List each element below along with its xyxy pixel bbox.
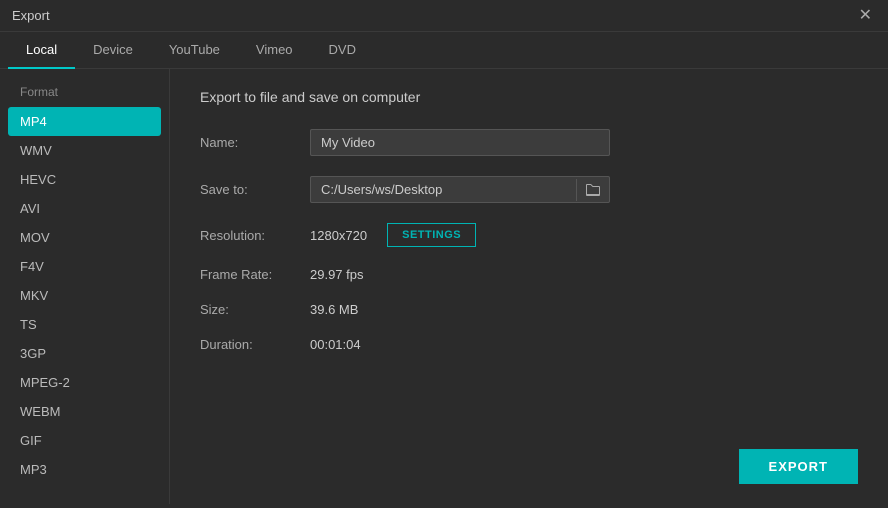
frame-rate-row: Frame Rate: 29.97 fps: [200, 267, 858, 282]
sidebar-section-label: Format: [0, 81, 169, 107]
size-value: 39.6 MB: [310, 302, 358, 317]
content-title: Export to file and save on computer: [200, 89, 858, 105]
save-to-label: Save to:: [200, 182, 310, 197]
save-to-container: [310, 176, 610, 203]
sidebar: Format MP4 WMV HEVC AVI MOV F4V MKV TS 3…: [0, 69, 170, 504]
browse-folder-button[interactable]: [576, 179, 609, 201]
tab-vimeo[interactable]: Vimeo: [238, 32, 311, 69]
sidebar-item-ts[interactable]: TS: [0, 310, 169, 339]
content-area: Export to file and save on computer Name…: [170, 69, 888, 504]
export-button[interactable]: EXPORT: [739, 449, 858, 484]
size-label: Size:: [200, 302, 310, 317]
sidebar-item-gif[interactable]: GIF: [0, 426, 169, 455]
sidebar-item-hevc[interactable]: HEVC: [0, 165, 169, 194]
size-row: Size: 39.6 MB: [200, 302, 858, 317]
duration-row: Duration: 00:01:04: [200, 337, 858, 352]
sidebar-item-mov[interactable]: MOV: [0, 223, 169, 252]
save-to-row: Save to:: [200, 176, 858, 203]
name-row: Name:: [200, 129, 858, 156]
sidebar-item-f4v[interactable]: F4V: [0, 252, 169, 281]
dialog-title: Export: [12, 8, 50, 23]
resolution-row: Resolution: 1280x720 SETTINGS: [200, 223, 858, 247]
name-label: Name:: [200, 135, 310, 150]
duration-value: 00:01:04: [310, 337, 361, 352]
save-to-input[interactable]: [311, 177, 576, 202]
tab-bar: Local Device YouTube Vimeo DVD: [0, 32, 888, 69]
title-bar: Export ✕: [0, 0, 888, 32]
tab-youtube[interactable]: YouTube: [151, 32, 238, 69]
sidebar-item-webm[interactable]: WEBM: [0, 397, 169, 426]
main-layout: Format MP4 WMV HEVC AVI MOV F4V MKV TS 3…: [0, 69, 888, 504]
close-button[interactable]: ✕: [855, 6, 876, 26]
sidebar-item-mkv[interactable]: MKV: [0, 281, 169, 310]
export-button-container: EXPORT: [739, 449, 858, 484]
name-input[interactable]: [310, 129, 610, 156]
tab-local[interactable]: Local: [8, 32, 75, 69]
sidebar-item-3gp[interactable]: 3GP: [0, 339, 169, 368]
sidebar-item-wmv[interactable]: WMV: [0, 136, 169, 165]
frame-rate-value: 29.97 fps: [310, 267, 364, 282]
folder-icon: [585, 183, 601, 197]
duration-label: Duration:: [200, 337, 310, 352]
frame-rate-label: Frame Rate:: [200, 267, 310, 282]
resolution-label: Resolution:: [200, 228, 310, 243]
tab-dvd[interactable]: DVD: [311, 32, 374, 69]
tab-device[interactable]: Device: [75, 32, 151, 69]
settings-button[interactable]: SETTINGS: [387, 223, 476, 247]
sidebar-item-mp4[interactable]: MP4: [8, 107, 161, 136]
sidebar-item-avi[interactable]: AVI: [0, 194, 169, 223]
resolution-value: 1280x720: [310, 228, 367, 243]
sidebar-item-mpeg2[interactable]: MPEG-2: [0, 368, 169, 397]
sidebar-item-mp3[interactable]: MP3: [0, 455, 169, 484]
